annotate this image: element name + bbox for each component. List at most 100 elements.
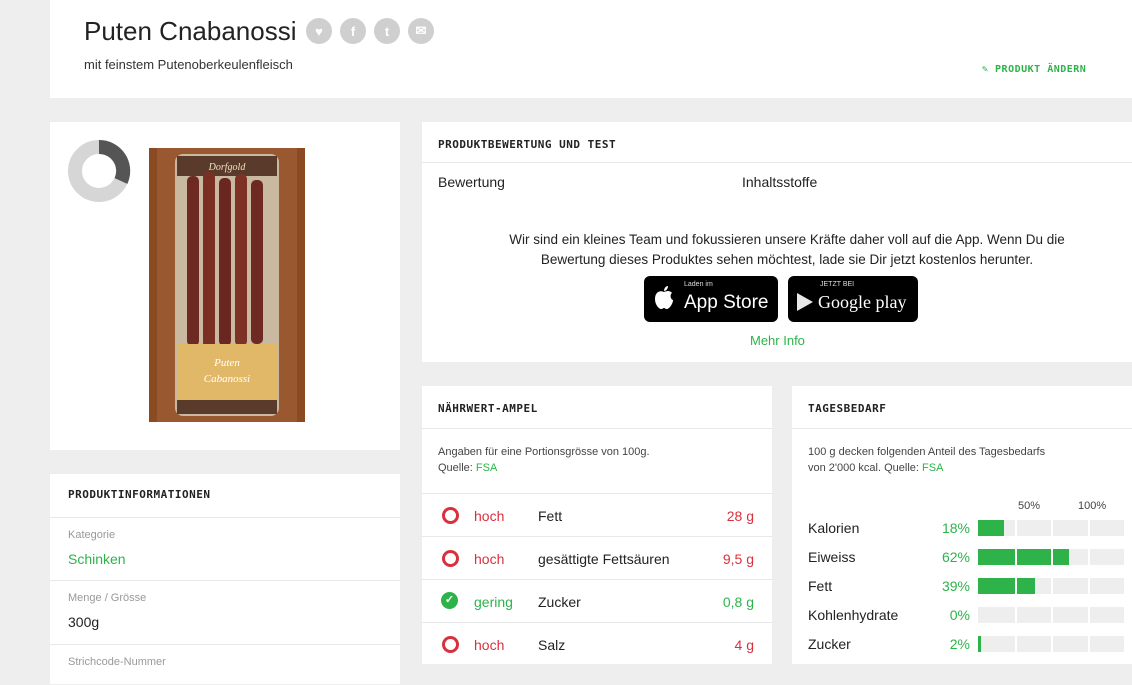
daily-nutrient-name: Kalorien	[808, 520, 860, 536]
rating-card: PRODUKTBEWERTUNG UND TEST Bewertung Inha…	[422, 122, 1132, 362]
note-line: 100 g decken folgenden Anteil des Tagesb…	[808, 446, 1046, 458]
daily-bar-gridline	[1015, 520, 1017, 536]
daily-bar-gridline	[1088, 578, 1090, 594]
daily-bar-fill	[978, 578, 1035, 594]
facebook-icon[interactable]: f	[340, 18, 366, 44]
daily-nutrient-name: Zucker	[808, 636, 851, 652]
source-prefix: Quelle:	[438, 462, 476, 474]
nutrient-name: Zucker	[538, 594, 581, 610]
edit-product-link[interactable]: ✎ PRODUKT ÄNDERN	[982, 64, 1086, 75]
brand-text: Dorfgold	[208, 162, 247, 173]
daily-row: Eiweiss 62%	[792, 543, 1132, 571]
tagesbedarf-heading: TAGESBEDARF	[808, 402, 887, 415]
daily-bar-track	[978, 549, 1124, 565]
info-row-size: Menge / Grösse 300g	[50, 580, 400, 643]
daily-bar-gridline	[1015, 636, 1017, 652]
nutrient-value: 28 g	[726, 508, 754, 524]
source-prefix: von 2'000 kcal. Quelle:	[808, 462, 923, 474]
high-ring-icon	[442, 636, 459, 653]
play-icon	[797, 293, 813, 311]
product-photo: Dorfgold Puten Cabanossi	[149, 148, 305, 422]
apple-icon	[655, 286, 673, 309]
ampel-row-fett: hoch Fett 28 g	[422, 493, 772, 537]
promo-line: Wir sind ein kleines Team und fokussiere…	[509, 232, 1065, 247]
note-source-line: von 2'000 kcal. Quelle: FSA	[808, 460, 1045, 476]
daily-percent: 18%	[941, 520, 970, 536]
daily-bar-track	[978, 578, 1124, 594]
daily-bar-fill	[978, 549, 1069, 565]
nutrition-traffic-light-card: NÄHRWERT-AMPEL Angaben für eine Portions…	[422, 386, 772, 664]
daily-percent: 62%	[941, 549, 970, 565]
ampel-row-gesaettigte: hoch gesättigte Fettsäuren 9,5 g	[422, 536, 772, 580]
info-value: 300g	[68, 614, 100, 630]
nutrient-value: 9,5 g	[722, 551, 754, 567]
label-line2: Cabanossi	[204, 373, 250, 385]
daily-bar-gridline	[1015, 607, 1017, 623]
appstore-big-text: App Store	[684, 292, 769, 313]
like-icon[interactable]: ♥	[306, 18, 332, 44]
daily-bar-gridline	[1015, 549, 1017, 565]
source-link[interactable]: FSA	[922, 462, 943, 474]
daily-row: Kalorien 18%	[792, 514, 1132, 542]
ampel-row-zucker: ✓ gering Zucker 0,8 g	[422, 579, 772, 623]
daily-bar-gridline	[1051, 607, 1053, 623]
daily-requirement-card: TAGESBEDARF 100 g decken folgenden Antei…	[792, 386, 1132, 664]
appstore-small-text: Laden im	[684, 281, 713, 288]
nutrient-value: 4 g	[734, 637, 754, 653]
scale-100-label: 100%	[1078, 500, 1107, 512]
divider	[422, 428, 772, 429]
twitter-icon[interactable]: t	[374, 18, 400, 44]
info-label: Menge / Grösse	[68, 592, 147, 604]
app-store-button[interactable]: Laden im App Store	[644, 276, 778, 322]
level-label: gering	[474, 594, 513, 610]
label-line1: Puten	[213, 357, 240, 369]
daily-bar-gridline	[1015, 578, 1017, 594]
daily-bar-fill	[978, 636, 981, 652]
nutrient-name: Fett	[538, 508, 563, 524]
daily-row: Fett 39%	[792, 572, 1132, 600]
nutrient-value: 0,8 g	[722, 594, 754, 610]
source-link[interactable]: FSA	[476, 462, 497, 474]
daily-nutrient-name: Eiweiss	[808, 549, 856, 565]
category-link[interactable]: Schinken	[68, 551, 126, 567]
nutrient-name: gesättigte Fettsäuren	[538, 551, 670, 567]
google-play-button[interactable]: JETZT BEI Google play	[788, 276, 918, 322]
product-info-heading: PRODUKTINFORMATIONEN	[68, 488, 211, 501]
daily-bar-track	[978, 520, 1124, 536]
more-info-link[interactable]: Mehr Info	[750, 333, 805, 348]
daily-bar-gridline	[1088, 636, 1090, 652]
daily-bar-gridline	[1088, 520, 1090, 536]
daily-percent: 0%	[949, 607, 970, 623]
info-label: Strichcode-Nummer	[68, 656, 166, 668]
level-label: hoch	[474, 508, 505, 524]
level-label: hoch	[474, 637, 505, 653]
rating-heading: PRODUKTBEWERTUNG UND TEST	[438, 138, 617, 151]
app-promo-text: Wir sind ein kleines Team und fokussiere…	[452, 230, 1122, 270]
info-row-barcode: Strichcode-Nummer	[50, 644, 400, 685]
daily-bar-gridline	[1051, 636, 1053, 652]
tab-bewertung[interactable]: Bewertung	[438, 174, 505, 190]
page-title: Puten Cnabanossi	[84, 16, 297, 46]
daily-row: Zucker 2%	[792, 630, 1132, 658]
daily-bar-track	[978, 636, 1124, 652]
daily-bar-gridline	[1088, 549, 1090, 565]
note-source-line: Quelle: FSA	[438, 460, 650, 476]
note-line: Angaben für eine Portionsgrösse von 100g…	[438, 446, 650, 458]
mail-icon[interactable]: ✉	[408, 18, 434, 44]
ampel-row-salz: hoch Salz 4 g	[422, 622, 772, 666]
googleplay-small-text: JETZT BEI	[820, 281, 855, 288]
ampel-note: Angaben für eine Portionsgrösse von 100g…	[438, 444, 650, 476]
score-donut	[68, 139, 131, 202]
daily-percent: 39%	[941, 578, 970, 594]
daily-nutrient-name: Fett	[808, 578, 833, 594]
googleplay-big-text: Google play	[818, 292, 907, 312]
nutrient-name: Salz	[538, 637, 566, 653]
level-label: hoch	[474, 551, 505, 567]
high-ring-icon	[442, 507, 459, 524]
product-info-card: PRODUKTINFORMATIONEN Kategorie Schinken …	[50, 474, 400, 684]
product-header: Puten Cnabanossi ♥ f t ✉ mit feinstem Pu…	[50, 0, 1132, 98]
ampel-heading: NÄHRWERT-AMPEL	[438, 402, 538, 415]
daily-bar-track	[978, 607, 1124, 623]
divider	[422, 162, 1132, 163]
tab-inhaltsstoffe[interactable]: Inhaltsstoffe	[742, 174, 817, 190]
